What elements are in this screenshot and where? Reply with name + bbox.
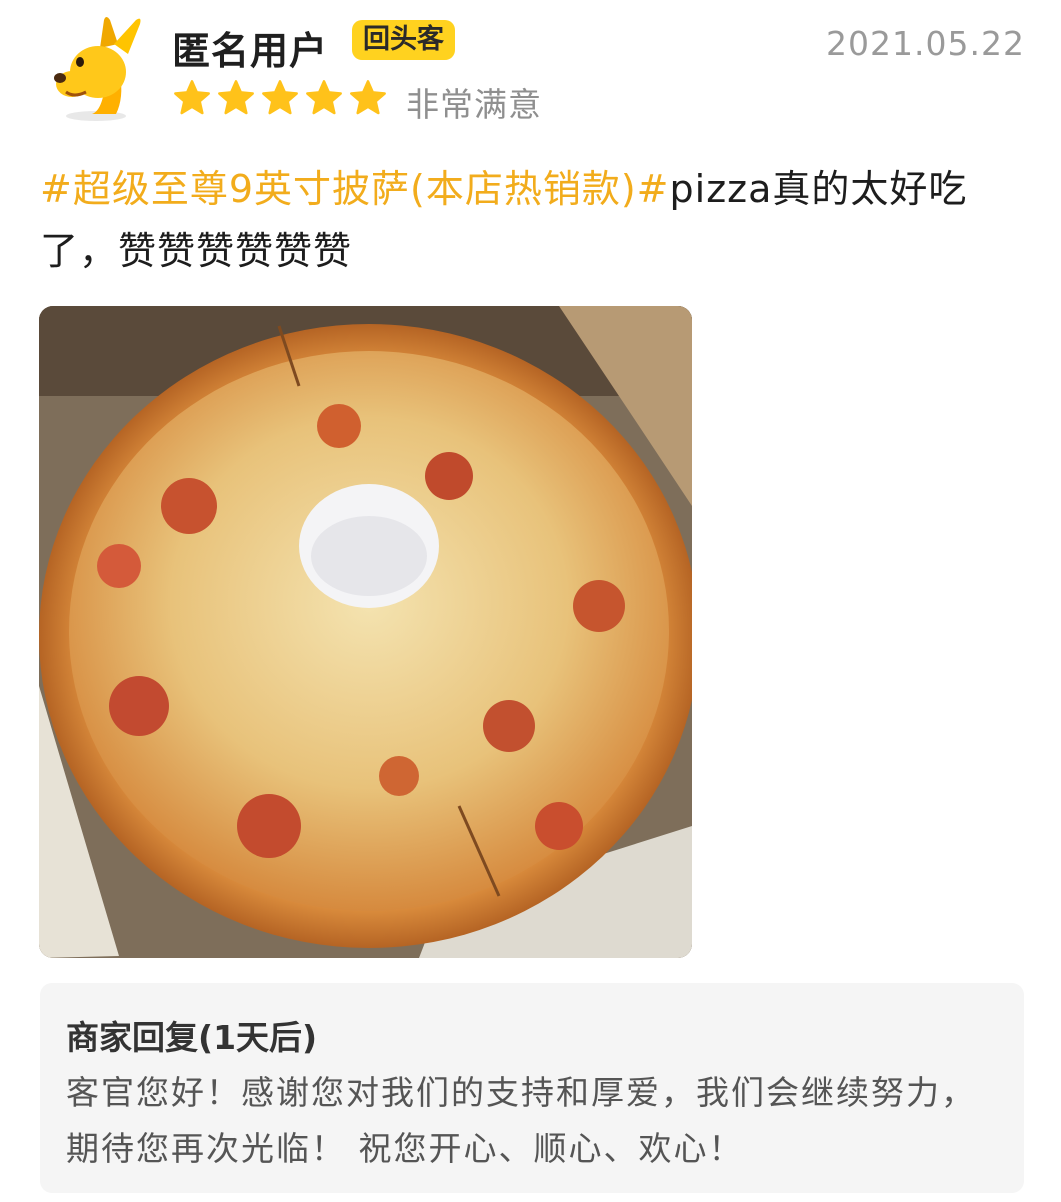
star-rating <box>172 78 388 118</box>
pizza-photo-image <box>39 306 692 958</box>
review-date: 2021.05.22 <box>826 24 1025 63</box>
star-icon <box>306 80 342 115</box>
user-avatar[interactable] <box>44 14 148 122</box>
merchant-reply-title: 商家回复(1天后) <box>66 1018 318 1057</box>
review-text: #超级至尊9英寸披萨(本店热销款)#pizza真的太好吃了，赞赞赞赞赞赞 <box>40 158 1020 282</box>
review-photo[interactable] <box>39 306 692 958</box>
returning-customer-badge: 回头客 <box>352 20 455 60</box>
product-tag-link[interactable]: #超级至尊9英寸披萨(本店热销款)# <box>40 167 670 211</box>
rating-label: 非常满意 <box>406 85 542 124</box>
merchant-reply-body: 客官您好！感谢您对我们的支持和厚爱，我们会继续努力，期待您再次光临！ 祝您开心、… <box>66 1073 976 1168</box>
star-icon <box>262 80 298 115</box>
star-icon <box>218 80 254 115</box>
star-icon <box>350 80 386 115</box>
user-name: 匿名用户 <box>172 29 329 73</box>
merchant-reply-box: 商家回复(1天后) 客官您好！感谢您对我们的支持和厚爱，我们会继续努力，期待您再… <box>40 983 1024 1193</box>
star-icon <box>174 80 210 115</box>
dog-avatar-icon <box>54 17 141 121</box>
